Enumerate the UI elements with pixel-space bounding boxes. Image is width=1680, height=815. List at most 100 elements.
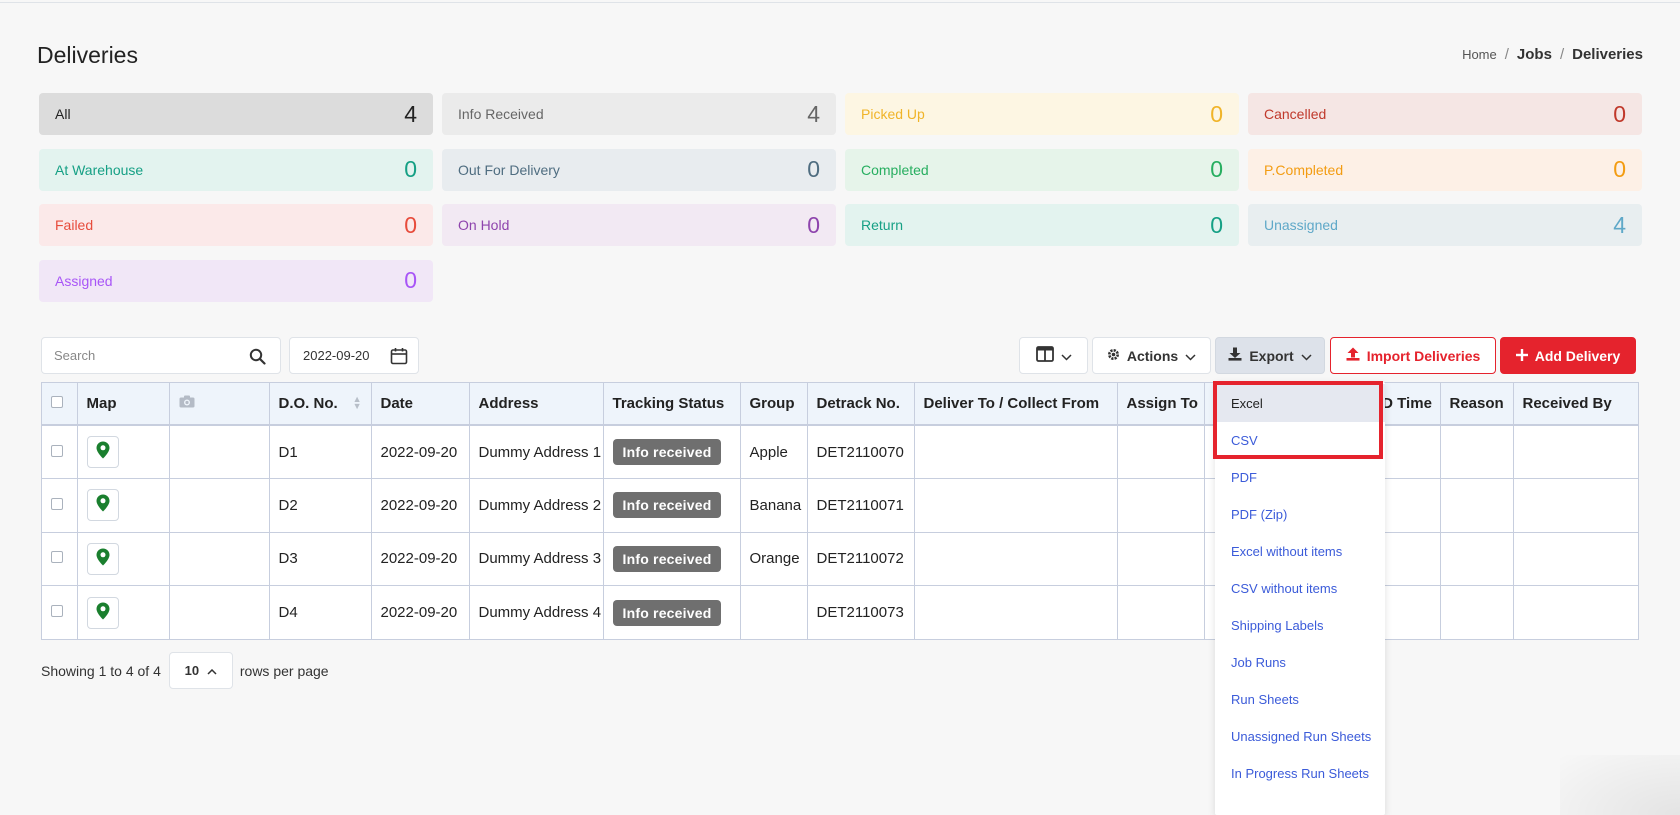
col-header-reason[interactable]: Reason	[1440, 383, 1514, 426]
sort-icon[interactable]: ▲ ▼	[353, 395, 362, 411]
row-checkbox[interactable]	[51, 497, 63, 510]
status-tile-cancelled[interactable]: Cancelled 0	[1248, 93, 1642, 135]
export-option-shipping-labels[interactable]: Shipping Labels	[1215, 606, 1385, 644]
export-option-pdf[interactable]: PDF	[1215, 458, 1385, 496]
status-tile-unassigned[interactable]: Unassigned 4	[1248, 204, 1642, 246]
do-no-cell[interactable]: D3	[269, 532, 372, 586]
tracking-status-cell: Info received	[603, 585, 741, 639]
status-tile-label: At Warehouse	[55, 161, 144, 178]
status-tiles: All 4 Info Received 4 Picked Up 0 Cancelled 0 At…	[39, 93, 1643, 303]
breadcrumb-home[interactable]: Home	[1462, 47, 1497, 62]
status-badge: Info received	[612, 492, 722, 519]
status-tile-completed[interactable]: Completed 0	[845, 148, 1239, 191]
group-cell	[740, 585, 808, 639]
col-header-group[interactable]: Group	[740, 383, 808, 426]
date-cell: 2022-09-20	[371, 585, 470, 639]
col-header-address[interactable]: Address	[469, 383, 604, 426]
export-option-unassigned-run-sheets[interactable]: Unassigned Run Sheets	[1215, 717, 1385, 755]
status-tile-label: Return	[861, 217, 904, 233]
date-cell: 2022-09-20	[371, 532, 470, 586]
row-checkbox[interactable]	[51, 605, 63, 617]
status-tile-on-hold[interactable]: On Hold 0	[442, 204, 836, 246]
status-tile-picked-up[interactable]: Picked Up 0	[845, 93, 1239, 135]
photo-cell	[169, 532, 270, 586]
status-badge: Info received	[612, 599, 722, 626]
map-pin-icon	[96, 494, 110, 516]
chevron-down-icon	[1060, 348, 1072, 364]
status-tile-label: Failed	[55, 217, 94, 233]
export-option-csv-without-items[interactable]: CSV without items	[1215, 569, 1385, 607]
col-header-date[interactable]: Date	[371, 383, 470, 426]
pagination: Showing 1 to 4 of 4 10 rows per page	[41, 652, 329, 689]
do-no-cell[interactable]: D4	[269, 585, 372, 639]
table-row[interactable]: D3 2022-09-20 Dummy Address 3 Info received…	[42, 532, 1638, 586]
col-header-do-no[interactable]: D.O. No. ▲ ▼	[269, 383, 372, 426]
tracking-status-cell: Info received	[603, 478, 741, 533]
breadcrumb-jobs[interactable]: Jobs	[1517, 46, 1552, 63]
map-button[interactable]	[86, 596, 119, 629]
date-cell: 2022-09-20	[371, 425, 470, 479]
export-option-in-progress-run-sheets[interactable]: In Progress Run Sheets	[1215, 754, 1385, 792]
table-row[interactable]: D1 2022-09-20 Dummy Address 1 Info received…	[42, 425, 1638, 479]
row-checkbox[interactable]	[51, 444, 63, 457]
export-button[interactable]: Export	[1215, 337, 1325, 374]
status-tile-failed[interactable]: Failed 0	[39, 204, 433, 246]
detrack-no-cell: DET2110071	[807, 478, 915, 533]
received-by-cell	[1513, 532, 1638, 586]
row-checkbox[interactable]	[51, 551, 63, 564]
status-tile-out-for-delivery[interactable]: Out For Delivery 0	[442, 148, 836, 191]
status-tile-label: Picked Up	[861, 106, 925, 122]
photo-cell	[169, 585, 270, 639]
plus-icon	[1515, 348, 1528, 364]
upload-icon	[1346, 347, 1360, 364]
export-option-excel[interactable]: Excel	[1215, 384, 1385, 422]
export-option-excel-without-items[interactable]: Excel without items	[1215, 532, 1385, 570]
col-header-deliver-to[interactable]: Deliver To / Collect From	[914, 383, 1118, 426]
actions-button[interactable]: Actions	[1092, 337, 1211, 374]
search-icon[interactable]	[249, 348, 266, 370]
select-all-checkbox[interactable]	[51, 396, 63, 408]
chevron-down-icon	[1185, 348, 1196, 364]
date-picker[interactable]: 2022-09-20	[289, 337, 419, 374]
export-option-job-runs[interactable]: Job Runs	[1215, 643, 1385, 681]
col-header-received-by[interactable]: Received By	[1513, 383, 1638, 426]
assign-to-cell	[1117, 532, 1205, 586]
reason-cell	[1440, 585, 1514, 639]
status-tile-label: Completed	[861, 161, 929, 178]
add-delivery-button[interactable]: Add Delivery	[1500, 337, 1636, 374]
do-no-cell[interactable]: D2	[269, 478, 372, 533]
status-tile-return[interactable]: Return 0	[845, 204, 1239, 246]
status-tile-count: 0	[404, 211, 417, 238]
map-button[interactable]	[86, 542, 119, 575]
col-header-tracking-status[interactable]: Tracking Status	[603, 383, 741, 426]
status-tile-all[interactable]: All 4	[39, 93, 433, 135]
status-tile-assigned[interactable]: Assigned 0	[39, 259, 433, 302]
do-no-cell[interactable]: D1	[269, 425, 372, 479]
status-tile-at-warehouse[interactable]: At Warehouse 0	[39, 148, 433, 191]
export-option-run-sheets[interactable]: Run Sheets	[1215, 680, 1385, 718]
status-tile-label: P.Completed	[1264, 161, 1344, 178]
search-input[interactable]	[54, 348, 234, 363]
detrack-no-cell: DET2110073	[807, 585, 915, 639]
export-option-pdf-zip[interactable]: PDF (Zip)	[1215, 495, 1385, 533]
export-label: Export	[1249, 347, 1294, 364]
rows-per-page-select[interactable]: 10	[168, 652, 233, 689]
col-header-detrack-no[interactable]: Detrack No.	[807, 383, 915, 426]
map-button[interactable]	[86, 489, 119, 522]
rows-per-page-label: rows per page	[239, 662, 329, 679]
import-deliveries-button[interactable]: Import Deliveries	[1330, 337, 1496, 374]
status-tile-p-completed[interactable]: P.Completed 0	[1248, 148, 1642, 191]
chevron-down-icon	[1301, 348, 1312, 364]
table-row[interactable]: D4 2022-09-20 Dummy Address 4 Info received…	[42, 585, 1638, 639]
col-header-assign-to[interactable]: Assign To	[1117, 383, 1205, 426]
col-header-map[interactable]: Map	[77, 383, 170, 426]
chevron-up-icon	[207, 663, 217, 678]
export-option-csv[interactable]: CSV	[1215, 421, 1385, 459]
search-box	[41, 337, 281, 374]
calendar-icon[interactable]	[390, 347, 408, 368]
column-toggle-button[interactable]	[1019, 337, 1088, 374]
status-tile-info-received[interactable]: Info Received 4	[442, 93, 836, 135]
map-button[interactable]	[86, 436, 119, 468]
table-row[interactable]: D2 2022-09-20 Dummy Address 2 Info received…	[42, 478, 1638, 533]
camera-icon	[179, 395, 195, 412]
